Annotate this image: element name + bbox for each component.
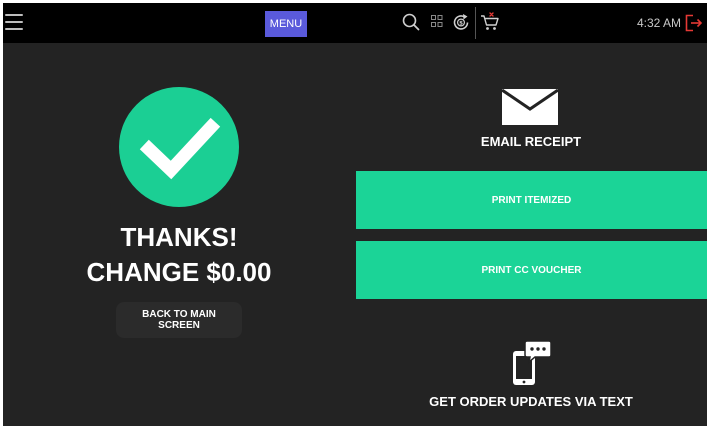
clock-time: 4:32 AM [637, 16, 682, 30]
back-to-main-button[interactable]: BACK TO MAIN SCREEN [116, 302, 242, 338]
svg-text:$: $ [459, 21, 463, 27]
hamburger-menu-icon[interactable] [5, 14, 23, 32]
email-receipt-label[interactable]: EMAIL RECEIPT [355, 134, 707, 149]
print-cc-voucher-button[interactable]: PRINT CC VOUCHER [356, 241, 707, 299]
top-bar: MENU $ 4:32 AM [3, 3, 707, 43]
toolbar-divider [475, 7, 476, 39]
grid-icon[interactable] [431, 15, 443, 33]
checkmark-icon [139, 117, 221, 180]
phone-message-icon[interactable] [513, 340, 552, 390]
success-badge [119, 87, 239, 207]
change-amount: CHANGE $0.00 [86, 257, 272, 287]
pos-payment-complete-screen: MENU $ 4:32 AM THANKS! CHANGE $0.00 BACK… [3, 3, 707, 426]
envelope-icon[interactable] [501, 88, 559, 130]
print-itemized-button[interactable]: PRINT ITEMIZED [356, 171, 707, 229]
cart-icon[interactable] [480, 12, 500, 37]
order-updates-text-label[interactable]: GET ORDER UPDATES VIA TEXT [355, 394, 707, 409]
logout-icon[interactable] [685, 14, 703, 37]
thanks-heading: THANKS! [120, 222, 238, 252]
refund-icon[interactable]: $ [452, 13, 470, 37]
menu-button[interactable]: MENU [265, 11, 307, 37]
search-icon[interactable] [402, 13, 420, 36]
